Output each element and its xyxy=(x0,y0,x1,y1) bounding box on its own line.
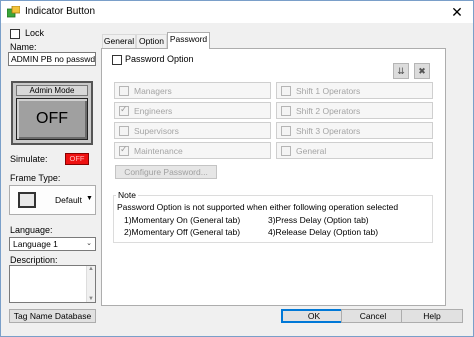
move-down-icon[interactable]: ⇊ xyxy=(393,63,409,79)
name-label: Name: xyxy=(10,42,37,52)
frame-type-value: Default xyxy=(55,195,82,205)
chevron-down-icon: ▼ xyxy=(86,195,93,202)
language-label: Language: xyxy=(10,225,53,235)
group-item-maintenance[interactable]: Maintenance xyxy=(114,142,271,159)
group-label: Managers xyxy=(134,86,172,96)
description-textarea[interactable]: ▲ ▼ xyxy=(9,265,96,303)
simulate-label: Simulate: xyxy=(10,154,48,164)
note-item: 3)Press Delay (Option tab) xyxy=(268,215,369,225)
password-option-checkbox[interactable] xyxy=(112,55,122,65)
ok-button[interactable]: OK xyxy=(281,309,347,323)
help-button[interactable]: Help xyxy=(401,309,463,323)
group-label: Maintenance xyxy=(134,146,183,156)
scroll-down-icon[interactable]: ▼ xyxy=(88,296,94,302)
group-label: General xyxy=(296,146,327,156)
group-label: Shift 1 Operators xyxy=(296,86,361,96)
title-bar: Indicator Button ✕ xyxy=(1,1,473,23)
group-checkbox[interactable] xyxy=(281,106,291,116)
note-item: 2)Momentary Off (General tab) xyxy=(124,227,241,237)
group-item-engineers[interactable]: Engineers xyxy=(114,102,271,119)
name-field[interactable]: ADMIN PB no passwd xyxy=(8,52,96,66)
note-text: Password Option is not supported when ei… xyxy=(117,202,399,212)
group-label: Supervisors xyxy=(134,126,179,136)
group-label: Shift 2 Operators xyxy=(296,106,361,116)
group-checkbox[interactable] xyxy=(119,104,129,116)
note-item: 4)Release Delay (Option tab) xyxy=(268,227,379,237)
group-checkbox[interactable] xyxy=(119,86,129,96)
lock-checkbox[interactable] xyxy=(10,29,20,39)
group-label: Engineers xyxy=(134,106,173,116)
password-option-label: Password Option xyxy=(125,54,194,64)
scroll-up-icon[interactable]: ▲ xyxy=(88,266,94,272)
app-icon xyxy=(7,6,20,18)
group-item-shift-1-operators[interactable]: Shift 1 Operators xyxy=(276,82,433,99)
preview-caption: Admin Mode xyxy=(16,85,88,96)
close-button[interactable]: ✕ xyxy=(444,3,470,21)
group-checkbox[interactable] xyxy=(281,86,291,96)
language-select[interactable]: Language 1 ⌄ xyxy=(9,237,96,251)
group-label: Shift 3 Operators xyxy=(296,126,361,136)
description-label: Description: xyxy=(10,255,58,265)
frame-swatch-icon xyxy=(18,192,36,208)
group-item-supervisors[interactable]: Supervisors xyxy=(114,122,271,139)
tag-name-database-button[interactable]: Tag Name Database xyxy=(9,309,96,323)
group-checkbox[interactable] xyxy=(281,146,291,156)
tab-general[interactable]: General xyxy=(102,34,136,48)
frame-type-label: Frame Type: xyxy=(10,173,61,183)
window-title: Indicator Button xyxy=(25,6,96,17)
configure-password-button[interactable]: Configure Password... xyxy=(115,165,217,179)
button-preview: Admin Mode OFF xyxy=(11,81,93,145)
tab-password[interactable]: Password xyxy=(167,32,210,49)
frame-type-selector[interactable]: Default ▼ xyxy=(9,185,96,215)
group-item-shift-2-operators[interactable]: Shift 2 Operators xyxy=(276,102,433,119)
cancel-button[interactable]: Cancel xyxy=(341,309,405,323)
chevron-down-icon: ⌄ xyxy=(86,240,92,247)
remove-icon[interactable]: ✖ xyxy=(414,63,430,79)
group-item-shift-3-operators[interactable]: Shift 3 Operators xyxy=(276,122,433,139)
note-group: Note Password Option is not supported wh… xyxy=(113,190,433,243)
simulate-toggle[interactable]: OFF xyxy=(65,153,89,165)
group-checkbox[interactable] xyxy=(281,126,291,136)
tab-option[interactable]: Option xyxy=(136,34,167,48)
lock-label: Lock xyxy=(25,28,45,38)
language-value: Language 1 xyxy=(13,239,58,249)
note-title: Note xyxy=(116,190,138,200)
group-item-managers[interactable]: Managers xyxy=(114,82,271,99)
note-item: 1)Momentary On (General tab) xyxy=(124,215,241,225)
description-scrollbar[interactable]: ▲ ▼ xyxy=(86,266,95,302)
group-item-general[interactable]: General xyxy=(276,142,433,159)
dialog-window: Indicator Button ✕ Lock Name: ADMIN PB n… xyxy=(0,0,474,337)
group-checkbox[interactable] xyxy=(119,144,129,156)
preview-state: OFF xyxy=(16,98,88,140)
group-checkbox[interactable] xyxy=(119,126,129,136)
